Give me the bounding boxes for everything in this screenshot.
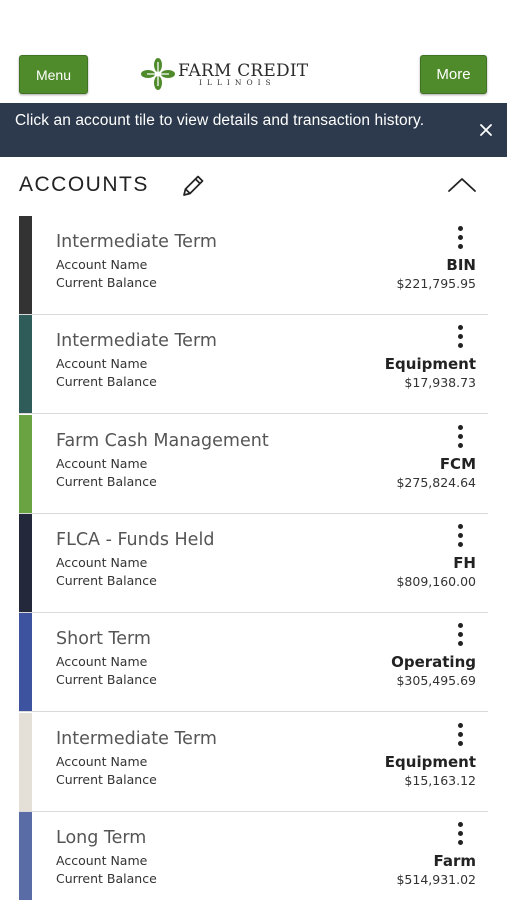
account-name-label: Account Name: [56, 555, 148, 570]
pencil-icon[interactable]: [180, 173, 206, 199]
account-color-bar: [19, 713, 32, 811]
current-balance-label: Current Balance: [56, 772, 157, 787]
more-options-icon[interactable]: [455, 425, 467, 451]
account-name-value: Equipment: [384, 355, 476, 373]
account-color-bar: [19, 216, 32, 314]
current-balance-value: $514,931.02: [396, 872, 476, 887]
account-type: Intermediate Term: [56, 232, 217, 252]
account-type: Farm Cash Management: [56, 431, 269, 451]
account-name-label: Account Name: [56, 754, 148, 769]
account-tile[interactable]: Intermediate Term Account Name Current Bal…: [19, 713, 488, 812]
current-balance-value: $15,163.12: [404, 773, 476, 788]
account-tile[interactable]: Long Term Account Name Current Balance Farm…: [19, 812, 488, 900]
account-name-label: Account Name: [56, 654, 148, 669]
more-options-icon[interactable]: [455, 226, 467, 252]
account-type: Short Term: [56, 629, 151, 649]
logo-leaf-icon: [141, 58, 175, 90]
accounts-header: ACCOUNTS: [0, 157, 507, 215]
current-balance-label: Current Balance: [56, 374, 157, 389]
account-name-label: Account Name: [56, 853, 148, 868]
close-icon[interactable]: [477, 121, 495, 139]
banner-message: Click an account tile to view details an…: [15, 112, 425, 129]
more-options-icon[interactable]: [455, 524, 467, 550]
account-name-value: BIN: [446, 256, 476, 274]
account-name-value: FCM: [439, 455, 476, 473]
more-options-icon[interactable]: [455, 623, 467, 649]
account-tile[interactable]: FLCA - Funds Held Account Name Current Bal…: [19, 514, 488, 613]
account-color-bar: [19, 415, 32, 513]
account-name-label: Account Name: [56, 257, 148, 272]
account-name-value: Operating: [391, 653, 476, 671]
account-color-bar: [19, 613, 32, 711]
farm-credit-logo: FARM CREDIT ILLINOIS: [141, 58, 308, 90]
account-name-value: Equipment: [384, 753, 476, 771]
current-balance-label: Current Balance: [56, 672, 157, 687]
current-balance-value: $809,160.00: [396, 574, 476, 589]
info-banner: Click an account tile to view details an…: [0, 103, 507, 157]
logo-subtitle: ILLINOIS: [199, 78, 276, 87]
more-button[interactable]: More: [420, 55, 487, 94]
more-options-icon[interactable]: [455, 822, 467, 848]
more-options-icon[interactable]: [455, 723, 467, 749]
current-balance-label: Current Balance: [56, 474, 157, 489]
account-color-bar: [19, 812, 32, 900]
account-type: Intermediate Term: [56, 331, 217, 351]
account-color-bar: [19, 514, 32, 612]
chevron-up-icon[interactable]: [447, 176, 477, 194]
current-balance-label: Current Balance: [56, 573, 157, 588]
more-options-icon[interactable]: [455, 325, 467, 351]
account-name-label: Account Name: [56, 456, 148, 471]
current-balance-value: $17,938.73: [404, 375, 476, 390]
app-header: Menu FARM CREDIT ILLINOIS More: [0, 0, 507, 103]
account-type: Intermediate Term: [56, 729, 217, 749]
account-tile[interactable]: Farm Cash Management Account Name Current …: [19, 415, 488, 514]
menu-button[interactable]: Menu: [19, 55, 88, 94]
current-balance-value: $221,795.95: [396, 276, 476, 291]
account-tile[interactable]: Short Term Account Name Current Balance Ope…: [19, 613, 488, 712]
current-balance-value: $305,495.69: [396, 673, 476, 688]
account-name-value: FH: [453, 554, 476, 572]
account-type: FLCA - Funds Held: [56, 530, 215, 550]
account-name-label: Account Name: [56, 356, 148, 371]
current-balance-label: Current Balance: [56, 275, 157, 290]
account-tile[interactable]: Intermediate Term Account Name Current Bal…: [19, 216, 488, 315]
account-tile[interactable]: Intermediate Term Account Name Current Bal…: [19, 315, 488, 414]
account-type: Long Term: [56, 828, 147, 848]
account-color-bar: [19, 315, 32, 413]
current-balance-label: Current Balance: [56, 871, 157, 886]
current-balance-value: $275,824.64: [396, 475, 476, 490]
accounts-title: ACCOUNTS: [19, 173, 149, 196]
account-name-value: Farm: [433, 852, 476, 870]
